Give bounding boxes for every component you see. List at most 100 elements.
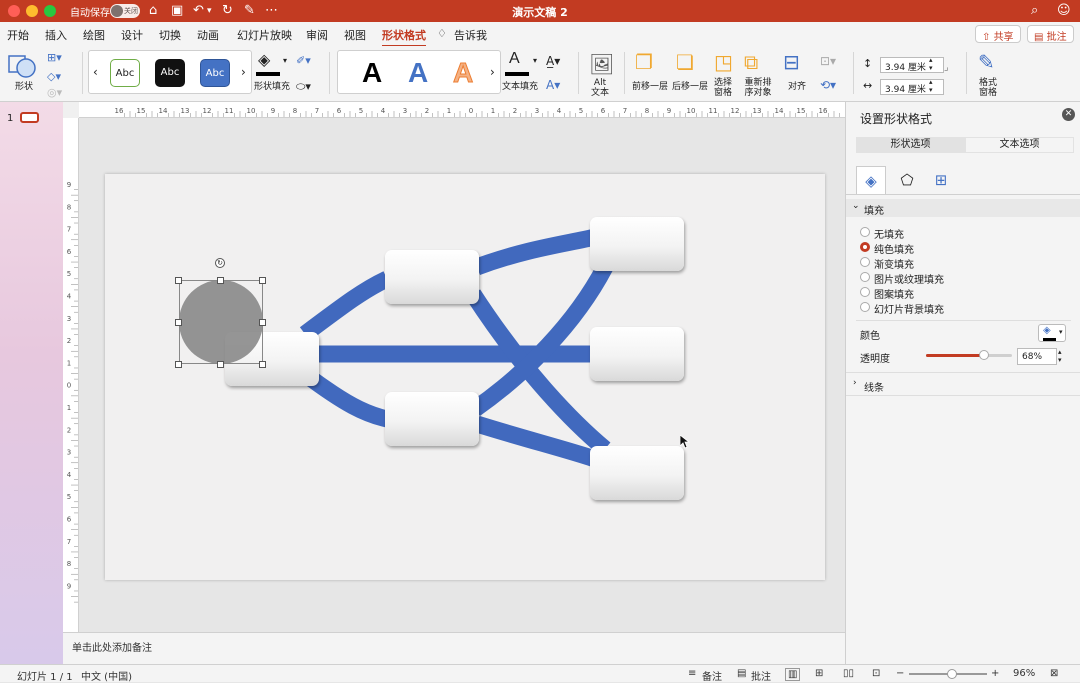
shape-fill-icon[interactable]: ◈ (258, 50, 270, 69)
tab-review[interactable]: 审阅 (306, 27, 328, 43)
right-bottom-node-box[interactable] (590, 446, 684, 500)
zoom-slider[interactable] (909, 669, 987, 679)
option-picture-texture-fill[interactable]: 图片或纹理填充 (874, 271, 944, 286)
tab-text-options[interactable]: 文本选项 (965, 137, 1074, 153)
selection-pane-icon[interactable]: ◳ (714, 50, 733, 74)
radio-slide-background-fill[interactable] (860, 302, 870, 312)
style-outline-green[interactable]: Abc (110, 59, 140, 87)
reorder-objects-icon[interactable]: ⧉ (744, 50, 758, 74)
fit-to-window-icon[interactable]: ⊠ (1050, 668, 1058, 679)
wordart-black[interactable]: A (362, 57, 382, 89)
language-indicator[interactable]: 中文 (中国) (81, 668, 132, 683)
send-backward-icon[interactable]: ❏ (676, 50, 694, 74)
fill-line-icon[interactable]: ◈ (856, 166, 886, 194)
shape-outline-icon[interactable]: ✐▾ (296, 54, 311, 67)
radio-picture-texture-fill[interactable] (860, 272, 870, 282)
radio-pattern-fill[interactable] (860, 287, 870, 297)
resize-handle-s[interactable] (217, 361, 224, 368)
slideshow-icon[interactable]: ⊡ (872, 668, 880, 679)
resize-handle-ne[interactable] (259, 277, 266, 284)
option-gradient-fill[interactable]: 渐变填充 (874, 256, 914, 271)
alt-text-icon[interactable]: 🖼 (589, 52, 614, 76)
text-box-icon[interactable]: ⊞▾ (47, 51, 62, 64)
text-outline-icon[interactable]: A̲▾ (546, 54, 560, 68)
right-top-node-box[interactable] (590, 217, 684, 271)
comments-toggle-button[interactable]: 批注 (751, 668, 771, 683)
panel-close-icon[interactable]: ✕ (1062, 108, 1075, 121)
tab-animations[interactable]: 动画 (197, 27, 219, 43)
edit-shape-icon[interactable]: ◇▾ (47, 70, 61, 83)
gallery-prev-icon[interactable]: ‹ (93, 65, 98, 79)
text-effects-icon[interactable]: A▾ (546, 78, 560, 92)
radio-solid-fill[interactable] (860, 242, 870, 252)
size-dialog-icon[interactable]: ⌟ (944, 62, 949, 73)
transparency-slider[interactable] (926, 350, 1012, 360)
slide-thumbnail[interactable] (20, 112, 39, 123)
option-pattern-fill[interactable]: 图案填充 (874, 286, 914, 301)
size-properties-icon[interactable]: ⊞ (926, 166, 956, 194)
width-stepper[interactable]: ▴ ▾ (929, 78, 933, 94)
gallery-next-icon[interactable]: › (241, 65, 246, 79)
wordart-blue[interactable]: A (408, 57, 428, 89)
reading-view-icon[interactable]: ▯▯ (843, 668, 854, 679)
bring-forward-icon[interactable]: ❐ (635, 50, 653, 74)
shapes-icon[interactable] (8, 52, 38, 80)
resize-handle-e[interactable] (259, 319, 266, 326)
resize-handle-w[interactable] (175, 319, 182, 326)
tab-slideshow[interactable]: 幻灯片放映 (237, 27, 292, 43)
tell-me-search[interactable]: 告诉我 (454, 27, 487, 43)
tab-view[interactable]: 视图 (344, 27, 366, 43)
slide-canvas[interactable]: ↻ (105, 174, 825, 580)
transparency-input[interactable]: 68% (1017, 348, 1057, 365)
zoom-in-icon[interactable]: + (991, 668, 999, 679)
style-black[interactable]: Abc (155, 59, 185, 87)
notes-pane[interactable]: 单击此处添加备注 (63, 632, 845, 664)
transparency-slider-thumb[interactable] (979, 350, 990, 360)
tab-shape-format[interactable]: 形状格式 (382, 27, 426, 47)
slide-sorter-icon[interactable]: ⊞ (815, 668, 823, 679)
group-icon[interactable]: ⊡▾ (820, 54, 836, 68)
option-slide-background-fill[interactable]: 幻灯片背景填充 (874, 301, 944, 316)
radio-gradient-fill[interactable] (860, 257, 870, 267)
share-button[interactable]: ⇧ 共享 (975, 25, 1021, 43)
height-stepper[interactable]: ▴ ▾ (929, 56, 933, 72)
horizontal-ruler[interactable]: 16 15 14 13 12 11 10 9 8 7 6 5 4 3 2 1 0 1 2 3 4 5 6 7 8 9 10 11 12 1… (79, 102, 845, 118)
zoom-level[interactable]: 96% (1013, 668, 1035, 679)
option-no-fill[interactable]: 无填充 (874, 226, 904, 241)
comments-button[interactable]: ▤ 批注 (1027, 25, 1074, 43)
resize-handle-se[interactable] (259, 361, 266, 368)
radio-no-fill[interactable] (860, 227, 870, 237)
mid-bottom-node-box[interactable] (385, 392, 479, 446)
rotate-icon[interactable]: ⟲▾ (820, 78, 836, 92)
wordart-next-icon[interactable]: › (490, 65, 495, 79)
resize-handle-sw[interactable] (175, 361, 182, 368)
search-icon[interactable]: ⌕ (1031, 3, 1038, 19)
merge-shapes-icon[interactable]: ◎▾ (47, 86, 62, 99)
color-picker-button[interactable]: ◈ ▾ (1038, 324, 1066, 342)
fill-section-header[interactable]: ⌄ 填充 (846, 199, 1080, 217)
zoom-slider-thumb[interactable] (946, 669, 957, 679)
tab-design[interactable]: 设计 (121, 27, 143, 43)
tab-draw[interactable]: 绘图 (83, 27, 105, 43)
format-pane-icon[interactable]: ✎ (978, 50, 995, 74)
notes-toggle-button[interactable]: 备注 (702, 668, 722, 683)
tab-insert[interactable]: 插入 (45, 27, 67, 43)
resize-handle-n[interactable] (217, 277, 224, 284)
normal-view-icon[interactable]: ▥ (785, 668, 801, 681)
wordart-orange[interactable]: A (452, 57, 473, 89)
tab-shape-options[interactable]: 形状选项 (856, 137, 965, 153)
vertical-ruler[interactable]: 9 8 7 6 5 4 3 2 1 0 1 2 3 4 5 6 7 8 9 (63, 118, 79, 632)
tab-home[interactable]: 开始 (7, 27, 29, 43)
height-input[interactable]: 3.94 厘米 (880, 57, 944, 73)
mid-top-node-box[interactable] (385, 250, 479, 304)
shape-effects-icon[interactable]: ⬭▾ (296, 80, 311, 94)
right-middle-node-box[interactable] (590, 327, 684, 381)
shape-fill-dropdown-icon[interactable]: ▾ (283, 56, 287, 65)
rotate-handle[interactable]: ↻ (215, 258, 225, 268)
zoom-out-icon[interactable]: − (896, 668, 904, 679)
option-solid-fill[interactable]: 纯色填充 (874, 241, 914, 256)
width-input[interactable]: 3.94 厘米 (880, 79, 944, 95)
style-blue[interactable]: Abc (200, 59, 230, 87)
align-icon[interactable]: ⊟ (783, 50, 800, 74)
text-fill-icon[interactable]: A (509, 50, 520, 68)
